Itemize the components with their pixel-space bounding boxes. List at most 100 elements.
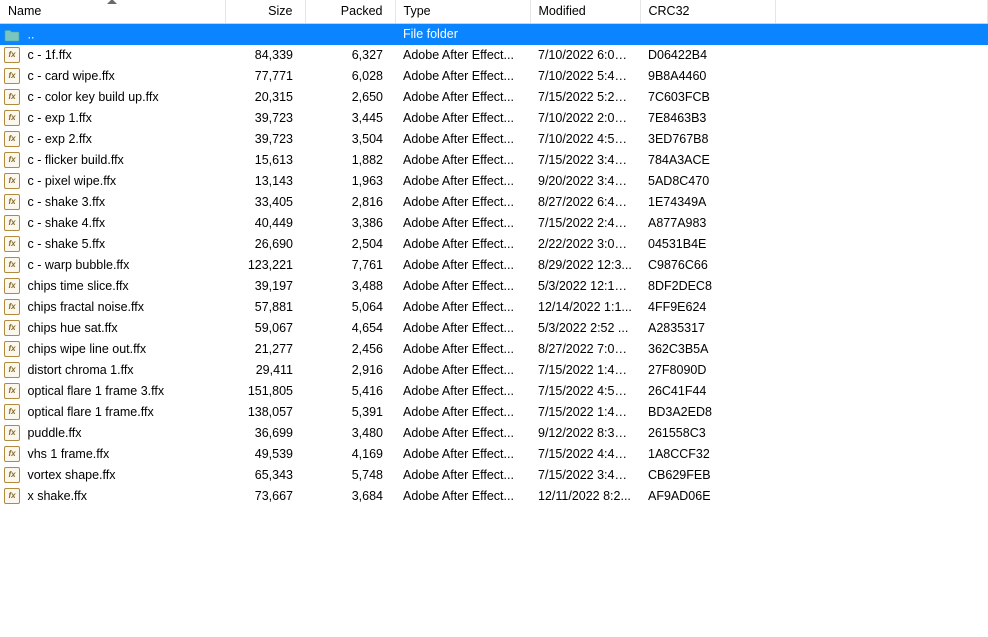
table-row[interactable]: fx c - shake 3.ffx 33,405 2,816 Adobe Af… [0, 192, 988, 213]
file-crc32: 7E8463B3 [640, 108, 775, 129]
table-row[interactable]: fx c - warp bubble.ffx 123,221 7,761 Ado… [0, 255, 988, 276]
file-crc32: 784A3ACE [640, 150, 775, 171]
file-name: c - card wipe.ffx [27, 69, 114, 83]
table-row[interactable]: fx chips wipe line out.ffx 21,277 2,456 … [0, 339, 988, 360]
file-type: Adobe After Effect... [395, 150, 530, 171]
file-name: chips fractal noise.ffx [27, 300, 144, 314]
file-type: Adobe After Effect... [395, 234, 530, 255]
parent-folder-label: .. [27, 28, 34, 42]
table-row[interactable]: fx optical flare 1 frame 3.ffx 151,805 5… [0, 381, 988, 402]
file-type: Adobe After Effect... [395, 339, 530, 360]
table-row[interactable]: fx x shake.ffx 73,667 3,684 Adobe After … [0, 486, 988, 507]
file-name: c - color key build up.ffx [27, 90, 158, 104]
column-header-filler [775, 0, 988, 24]
file-packed: 3,445 [305, 108, 395, 129]
file-type: Adobe After Effect... [395, 402, 530, 423]
ffx-file-icon: fx [4, 320, 20, 336]
file-size: 26,690 [225, 234, 305, 255]
file-type: Adobe After Effect... [395, 45, 530, 66]
column-header-packed[interactable]: Packed [305, 0, 395, 24]
file-size: 59,067 [225, 318, 305, 339]
file-modified: 7/10/2022 4:51 ... [530, 129, 640, 150]
file-packed: 3,480 [305, 423, 395, 444]
file-name: c - flicker build.ffx [27, 153, 123, 167]
file-modified: 7/15/2022 1:43 ... [530, 402, 640, 423]
file-modified: 8/27/2022 6:48 ... [530, 192, 640, 213]
table-row[interactable]: fx distort chroma 1.ffx 29,411 2,916 Ado… [0, 360, 988, 381]
file-packed: 1,963 [305, 171, 395, 192]
column-header-size[interactable]: Size [225, 0, 305, 24]
table-row[interactable]: fx puddle.ffx 36,699 3,480 Adobe After E… [0, 423, 988, 444]
file-name: chips time slice.ffx [27, 279, 128, 293]
ffx-file-icon: fx [4, 215, 20, 231]
file-crc32: 4FF9E624 [640, 297, 775, 318]
table-row[interactable]: fx c - card wipe.ffx 77,771 6,028 Adobe … [0, 66, 988, 87]
file-size: 15,613 [225, 150, 305, 171]
file-packed: 3,504 [305, 129, 395, 150]
ffx-file-icon: fx [4, 89, 20, 105]
file-packed: 3,488 [305, 276, 395, 297]
file-type: Adobe After Effect... [395, 444, 530, 465]
file-list-table[interactable]: Name Size Packed Type Modified CRC32 .. … [0, 0, 988, 507]
file-packed: 1,882 [305, 150, 395, 171]
file-size: 20,315 [225, 87, 305, 108]
file-crc32: 1A8CCF32 [640, 444, 775, 465]
table-row[interactable]: fx optical flare 1 frame.ffx 138,057 5,3… [0, 402, 988, 423]
column-header-type[interactable]: Type [395, 0, 530, 24]
file-crc32: A877A983 [640, 213, 775, 234]
file-packed: 6,327 [305, 45, 395, 66]
table-row[interactable]: fx c - color key build up.ffx 20,315 2,6… [0, 87, 988, 108]
table-row[interactable]: fx vortex shape.ffx 65,343 5,748 Adobe A… [0, 465, 988, 486]
file-name: chips wipe line out.ffx [27, 342, 146, 356]
file-crc32: 9B8A4460 [640, 66, 775, 87]
table-row[interactable]: fx vhs 1 frame.ffx 49,539 4,169 Adobe Af… [0, 444, 988, 465]
file-crc32: 27F8090D [640, 360, 775, 381]
ffx-file-icon: fx [4, 257, 20, 273]
file-type: Adobe After Effect... [395, 318, 530, 339]
file-size: 84,339 [225, 45, 305, 66]
folder-icon [4, 28, 20, 42]
file-packed: 2,816 [305, 192, 395, 213]
column-header-name[interactable]: Name [0, 0, 225, 24]
ffx-file-icon: fx [4, 131, 20, 147]
file-modified: 5/3/2022 12:13 ... [530, 276, 640, 297]
ffx-file-icon: fx [4, 278, 20, 294]
table-row[interactable]: fx c - shake 5.ffx 26,690 2,504 Adobe Af… [0, 234, 988, 255]
file-type: Adobe After Effect... [395, 66, 530, 87]
file-packed: 2,504 [305, 234, 395, 255]
file-size: 29,411 [225, 360, 305, 381]
file-name: c - shake 3.ffx [27, 195, 105, 209]
file-packed: 5,064 [305, 297, 395, 318]
file-packed: 3,684 [305, 486, 395, 507]
file-crc32: 26C41F44 [640, 381, 775, 402]
table-row[interactable]: fx chips hue sat.ffx 59,067 4,654 Adobe … [0, 318, 988, 339]
table-row[interactable]: fx chips fractal noise.ffx 57,881 5,064 … [0, 297, 988, 318]
table-row[interactable]: fx c - shake 4.ffx 40,449 3,386 Adobe Af… [0, 213, 988, 234]
parent-folder-type: File folder [395, 24, 530, 45]
file-crc32: 362C3B5A [640, 339, 775, 360]
ffx-file-icon: fx [4, 110, 20, 126]
file-type: Adobe After Effect... [395, 465, 530, 486]
table-row[interactable]: fx c - flicker build.ffx 15,613 1,882 Ad… [0, 150, 988, 171]
table-row[interactable]: fx c - 1f.ffx 84,339 6,327 Adobe After E… [0, 45, 988, 66]
file-packed: 5,748 [305, 465, 395, 486]
file-type: Adobe After Effect... [395, 255, 530, 276]
file-modified: 7/10/2022 5:40 ... [530, 66, 640, 87]
table-row[interactable]: fx c - pixel wipe.ffx 13,143 1,963 Adobe… [0, 171, 988, 192]
table-row[interactable]: fx c - exp 1.ffx 39,723 3,445 Adobe Afte… [0, 108, 988, 129]
ffx-file-icon: fx [4, 467, 20, 483]
ffx-file-icon: fx [4, 446, 20, 462]
table-row[interactable]: fx c - exp 2.ffx 39,723 3,504 Adobe Afte… [0, 129, 988, 150]
file-size: 73,667 [225, 486, 305, 507]
ffx-file-icon: fx [4, 383, 20, 399]
file-type: Adobe After Effect... [395, 423, 530, 444]
file-type: Adobe After Effect... [395, 486, 530, 507]
ffx-file-icon: fx [4, 194, 20, 210]
file-size: 151,805 [225, 381, 305, 402]
table-row-parent-folder[interactable]: .. File folder [0, 24, 988, 45]
table-row[interactable]: fx chips time slice.ffx 39,197 3,488 Ado… [0, 276, 988, 297]
column-header-modified[interactable]: Modified [530, 0, 640, 24]
column-header-crc32[interactable]: CRC32 [640, 0, 775, 24]
file-modified: 7/10/2022 6:03 ... [530, 45, 640, 66]
file-modified: 8/29/2022 12:3... [530, 255, 640, 276]
